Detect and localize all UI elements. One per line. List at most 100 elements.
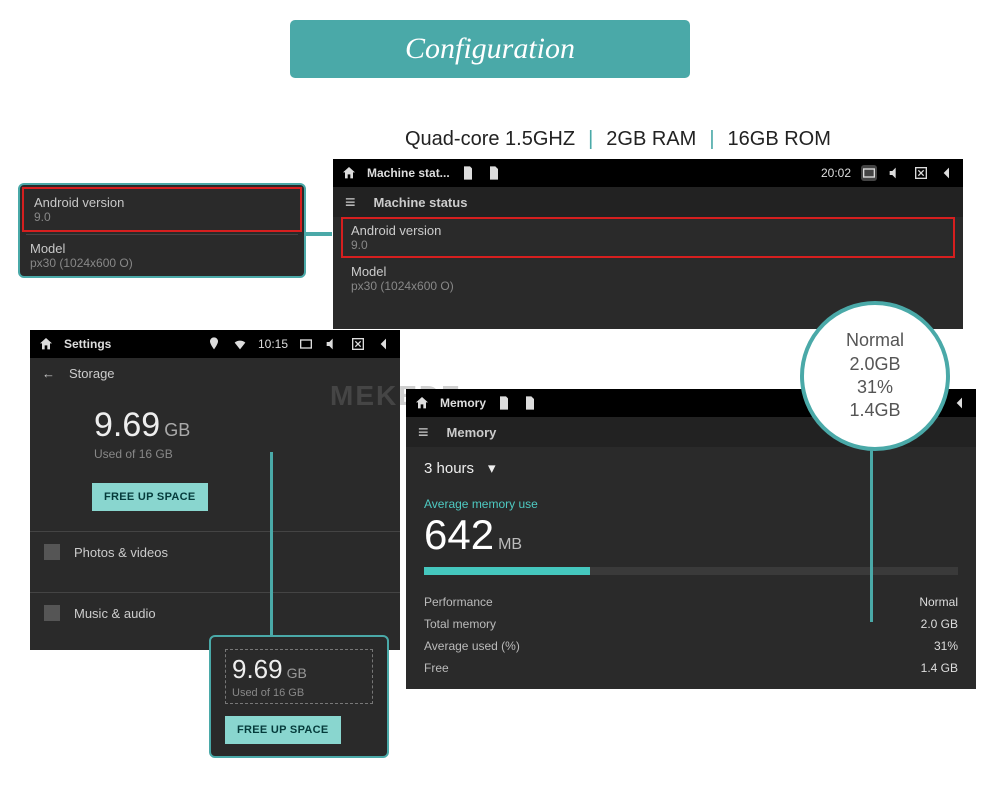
doc-icon [522,395,538,411]
close-app-icon[interactable] [350,336,366,352]
memory-usage-bar [424,567,958,575]
spec-cpu: Quad-core 1.5GHZ [405,128,575,150]
mc-free: 1.4GB [849,399,900,422]
image-icon [44,544,60,560]
kv-val: 2.0 GB [921,617,958,631]
storage-used-text: Used of 16 GB [94,447,400,461]
storage-num: 9.69 [232,654,283,684]
screenshot-icon[interactable] [298,336,314,352]
android-version-label: Android version [351,223,945,238]
home-icon[interactable] [341,165,357,181]
total-row: Total memory 2.0 GB [406,613,976,635]
volume-icon[interactable] [324,336,340,352]
spec-rom: 16GB ROM [728,128,831,150]
avg-memory-value: 642MB [406,511,976,559]
android-version-label: Android version [34,195,290,210]
free-up-space-button[interactable]: FREE UP SPACE [225,716,341,744]
avg-unit: MB [498,536,522,553]
back-arrow-icon[interactable]: ← [42,366,55,381]
menu-icon[interactable]: ≡ [345,192,356,213]
specs-line: Quad-core 1.5GHZ | 2GB RAM | 16GB ROM [405,128,831,151]
statusbar: Machine stat... 20:02 [333,159,963,187]
mc-normal: Normal [846,329,904,352]
model-row[interactable]: Model px30 (1024x600 O) [341,258,955,299]
back-icon[interactable] [952,395,968,411]
storage-used: 9.69GB Used of 16 GB [30,388,400,465]
model-label: Model [30,241,294,256]
mc-total: 2.0GB [849,353,900,376]
model-value: px30 (1024x600 O) [30,256,294,270]
storage-used-text: Used of 16 GB [232,687,366,699]
row-label: Photos & videos [74,545,168,560]
volume-icon[interactable] [887,165,903,181]
mc-pct: 31% [857,376,893,399]
storage-num: 9.69 [94,406,160,444]
avgpct-row: Average used (%) 31% [406,635,976,657]
android-version-value: 9.0 [34,210,290,224]
perf-row: Performance Normal [406,591,976,613]
avg-memory-label: Average memory use [406,489,976,511]
model-label: Model [351,264,945,279]
subheader-title: Memory [447,425,497,440]
connector-line [304,222,332,250]
row-label: Music & audio [74,606,156,621]
music-audio-row[interactable]: Music & audio [30,592,400,633]
storage-unit: GB [164,420,190,440]
callout-android-version: Android version 9.0 Model px30 (1024x600… [18,183,306,278]
config-banner: Configuration [290,20,690,78]
kv-val: 31% [934,639,958,653]
location-icon [206,336,222,352]
storage-unit: GB [287,665,307,681]
subheader-title: Machine status [374,195,468,210]
kv-key: Free [424,661,449,675]
menu-icon[interactable]: ≡ [418,422,429,443]
statusbar-time: 20:02 [821,166,851,180]
kv-key: Average used (%) [424,639,520,653]
statusbar: Settings 10:15 [30,330,400,358]
kv-key: Performance [424,595,493,609]
storage-callout: 9.69GB Used of 16 GB FREE UP SPACE [209,635,389,758]
storage-value-box: 9.69GB Used of 16 GB [225,649,373,704]
back-icon[interactable] [939,165,955,181]
android-version-row[interactable]: Android version 9.0 [341,217,955,258]
subheader: ← Storage [30,358,400,388]
time-range-value: 3 hours [424,460,474,477]
doc-icon [486,165,502,181]
home-icon[interactable] [414,395,430,411]
screenshot-icon[interactable] [861,165,877,181]
back-icon[interactable] [376,336,392,352]
chevron-down-icon: ▾ [488,459,496,477]
spec-ram: 2GB RAM [606,128,696,150]
statusbar-title: Settings [64,337,111,351]
android-version-value: 9.0 [351,238,945,252]
connector-line [870,444,873,622]
sd-icon [460,165,476,181]
android-version-row[interactable]: Android version 9.0 [24,189,300,230]
spec-sep: | [709,128,714,150]
close-app-icon[interactable] [913,165,929,181]
model-value: px30 (1024x600 O) [351,279,945,293]
sd-icon [496,395,512,411]
wifi-icon [232,336,248,352]
avg-num: 642 [424,511,494,558]
time-range-dropdown[interactable]: 3 hours ▾ [406,447,976,489]
photos-videos-row[interactable]: Photos & videos [30,531,400,572]
model-row[interactable]: Model px30 (1024x600 O) [20,235,304,276]
statusbar-title: Memory [440,396,486,410]
free-row: Free 1.4 GB [406,657,976,679]
connector-line [270,452,273,638]
android-version-highlight: Android version 9.0 [22,187,302,232]
subheader: ≡ Machine status [333,187,963,217]
memory-callout-circle: Normal 2.0GB 31% 1.4GB [800,301,950,451]
free-up-space-button[interactable]: FREE UP SPACE [92,483,208,511]
config-title: Configuration [405,32,575,66]
statusbar-title: Machine stat... [367,166,450,180]
memory-usage-fill [424,567,590,575]
kv-val: 1.4 GB [921,661,958,675]
kv-key: Total memory [424,617,496,631]
home-icon[interactable] [38,336,54,352]
storage-panel: Settings 10:15 ← Storage 9.69GB Used of … [30,330,400,650]
statusbar-time: 10:15 [258,337,288,351]
kv-val: Normal [919,595,958,609]
spec-sep: | [588,128,593,150]
